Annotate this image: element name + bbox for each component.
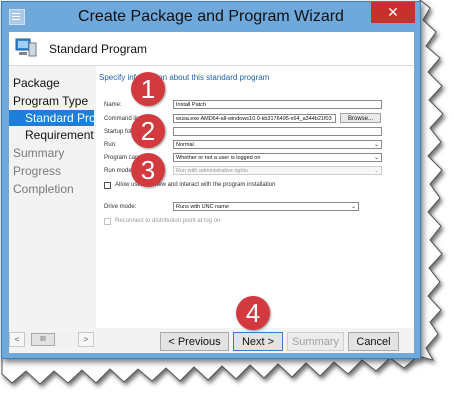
program-can-run-select[interactable]: Whether or not a user is logged on ⌄ bbox=[173, 153, 382, 162]
nav-item-package[interactable]: Package bbox=[13, 76, 60, 90]
summary-button[interactable]: Summary bbox=[287, 332, 344, 351]
window-title: Create Package and Program Wizard bbox=[78, 8, 344, 25]
scroll-left-button[interactable]: < bbox=[9, 332, 25, 347]
startup-folder-input[interactable] bbox=[173, 127, 382, 136]
page-title: Standard Program bbox=[49, 42, 148, 56]
wizard-button-bar: < Previous Next > Summary Cancel bbox=[96, 328, 414, 353]
chevron-down-icon: ⌄ bbox=[373, 142, 379, 148]
nav-item-progress[interactable]: Progress bbox=[13, 164, 61, 178]
callout-badge-1: 1 bbox=[131, 72, 165, 106]
run-select[interactable]: Normal ⌄ bbox=[173, 140, 382, 149]
run-mode-select[interactable]: Run with administrative rights ⌄ bbox=[173, 166, 382, 175]
title-bar[interactable]: Create Package and Program Wizard ✕ bbox=[2, 2, 420, 32]
callout-badge-4: 4 bbox=[236, 296, 270, 330]
nav-item-standard-program[interactable]: Standard Program bbox=[9, 110, 94, 126]
run-label: Run: bbox=[104, 142, 117, 148]
drive-mode-select[interactable]: Runs with UNC name ⌄ bbox=[173, 202, 359, 211]
chevron-down-icon: ⌄ bbox=[373, 168, 379, 174]
name-input[interactable]: Install Patch bbox=[173, 100, 382, 109]
nav-item-program-type[interactable]: Program Type bbox=[13, 94, 88, 108]
callout-badge-2: 2 bbox=[131, 114, 165, 148]
command-line-input[interactable]: wusa.exe AMD64-all-windows10.0-kb3176495… bbox=[173, 114, 336, 123]
reconnect-label: Reconnect to distribution point at log o… bbox=[115, 218, 221, 224]
nav-item-completion[interactable]: Completion bbox=[13, 182, 74, 196]
nav-item-requirements[interactable]: Requirements bbox=[25, 128, 94, 142]
run-mode-value: Run with administrative rights bbox=[176, 168, 248, 174]
run-mode-label: Run mode: bbox=[104, 168, 134, 174]
drive-mode-value: Runs with UNC name bbox=[176, 204, 229, 210]
next-button[interactable]: Next > bbox=[233, 332, 283, 351]
browse-button[interactable]: Browse... bbox=[340, 113, 381, 123]
nav-item-summary[interactable]: Summary bbox=[13, 146, 64, 160]
scroll-right-button[interactable]: > bbox=[78, 332, 94, 347]
wizard-client-area: Standard Program Package Program Type St… bbox=[9, 32, 414, 353]
drive-mode-label: Drive mode: bbox=[104, 204, 137, 210]
run-select-value: Normal bbox=[176, 142, 194, 148]
nav-horizontal-scrollbar[interactable]: < III > bbox=[9, 332, 94, 347]
chevron-down-icon: ⌄ bbox=[350, 204, 356, 210]
reconnect-checkbox[interactable] bbox=[104, 218, 111, 225]
computer-icon bbox=[15, 38, 37, 57]
scroll-thumb[interactable]: III bbox=[31, 333, 55, 346]
chevron-down-icon: ⌄ bbox=[373, 155, 379, 161]
program-can-run-value: Whether or not a user is logged on bbox=[176, 155, 261, 161]
callout-badge-3: 3 bbox=[131, 153, 165, 187]
allow-interact-checkbox[interactable] bbox=[104, 182, 111, 189]
cancel-button[interactable]: Cancel bbox=[348, 332, 399, 351]
previous-button[interactable]: < Previous bbox=[160, 332, 229, 351]
wizard-window: Create Package and Program Wizard ✕ Stan… bbox=[1, 1, 421, 359]
content-heading: Specify information about this standard … bbox=[99, 73, 270, 82]
wizard-header: Standard Program bbox=[9, 32, 414, 66]
close-button[interactable]: ✕ bbox=[371, 2, 415, 23]
wizard-nav: Package Program Type Standard Program Re… bbox=[9, 66, 94, 328]
name-label: Name: bbox=[104, 102, 122, 108]
